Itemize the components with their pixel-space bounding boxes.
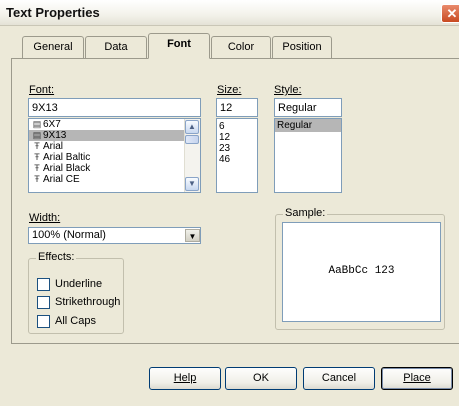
width-label: Width: bbox=[29, 212, 60, 224]
all-caps-checkbox[interactable] bbox=[37, 315, 50, 328]
close-icon: ✕ bbox=[446, 6, 458, 21]
font-list[interactable]: ▤ 6X7 ▤ 9X13 Ŧ Arial Ŧ Arial Baltic Ŧ Arial B… bbox=[28, 118, 201, 193]
tab-font[interactable]: Font bbox=[148, 33, 210, 59]
font-label: Font: bbox=[29, 84, 54, 96]
list-item[interactable]: 12 bbox=[217, 132, 257, 143]
style-label-text: Style: bbox=[274, 84, 302, 96]
strikethrough-label: Strikethrough bbox=[55, 296, 121, 308]
list-item[interactable]: Ŧ Arial CE bbox=[29, 174, 200, 185]
size-list[interactable]: 6 12 23 46 bbox=[216, 118, 258, 193]
font-name: Arial Baltic bbox=[43, 152, 91, 163]
font-name: 9X13 bbox=[43, 130, 67, 141]
list-item[interactable]: 6 bbox=[217, 121, 257, 132]
sample-text: AaBbCc 123 bbox=[328, 265, 395, 277]
chevron-down-icon: ▼ bbox=[188, 232, 197, 241]
list-item[interactable]: Ŧ Arial bbox=[29, 141, 200, 152]
list-item[interactable]: Regular bbox=[275, 119, 341, 132]
font-name: Arial bbox=[43, 141, 64, 152]
list-item[interactable]: ▤ 6X7 bbox=[29, 119, 200, 130]
truetype-font-icon: Ŧ bbox=[34, 141, 40, 151]
truetype-font-icon: Ŧ bbox=[34, 152, 40, 162]
bitmap-font-icon: ▤ bbox=[32, 130, 42, 140]
width-value: 100% (Normal) bbox=[32, 229, 106, 241]
tab-data[interactable]: Data bbox=[85, 36, 147, 58]
place-button[interactable]: Place bbox=[381, 367, 453, 390]
chevron-up-icon: ▲ bbox=[188, 122, 196, 131]
style-list[interactable]: Regular bbox=[274, 118, 342, 193]
bitmap-font-icon: ▤ bbox=[32, 119, 42, 129]
width-select[interactable]: 100% (Normal) ▼ bbox=[28, 227, 201, 244]
font-label-text: Font: bbox=[29, 84, 55, 96]
tab-color[interactable]: Color bbox=[211, 36, 271, 58]
size-label-text: Size: bbox=[217, 84, 242, 96]
scroll-up-button[interactable]: ▲ bbox=[185, 120, 199, 134]
cancel-button[interactable]: Cancel bbox=[303, 367, 375, 390]
scrollbar-thumb[interactable] bbox=[185, 135, 199, 144]
effects-label: Effects: bbox=[36, 251, 77, 263]
window-title: Text Properties bbox=[6, 5, 100, 20]
list-item[interactable]: 23 bbox=[217, 143, 257, 154]
font-name: Arial Black bbox=[43, 163, 91, 174]
sample-label: Sample: bbox=[283, 207, 328, 219]
chevron-down-icon: ▼ bbox=[188, 179, 196, 188]
place-button-label: Place bbox=[403, 372, 431, 384]
font-name: 6X7 bbox=[43, 119, 61, 130]
underline-label: Underline bbox=[55, 278, 103, 290]
size-input[interactable]: 12 bbox=[216, 98, 258, 117]
width-dropdown-button[interactable]: ▼ bbox=[185, 229, 200, 242]
scroll-down-button[interactable]: ▼ bbox=[185, 177, 199, 191]
tab-position[interactable]: Position bbox=[272, 36, 332, 58]
underline-checkbox[interactable] bbox=[37, 278, 50, 291]
style-label: Style: bbox=[274, 84, 302, 96]
list-item[interactable]: ▤ 9X13 bbox=[29, 130, 200, 141]
sample-preview: AaBbCc 123 bbox=[282, 222, 441, 322]
truetype-font-icon: Ŧ bbox=[34, 174, 40, 184]
all-caps-label: All Caps bbox=[55, 315, 96, 327]
close-button[interactable]: ✕ bbox=[441, 4, 459, 23]
help-button-label: Help bbox=[173, 372, 197, 384]
truetype-font-icon: Ŧ bbox=[34, 163, 40, 173]
list-item[interactable]: Ŧ Arial Black bbox=[29, 163, 200, 174]
style-input[interactable]: Regular bbox=[274, 98, 342, 117]
size-label: Size: bbox=[217, 84, 241, 96]
strikethrough-checkbox[interactable] bbox=[37, 296, 50, 309]
help-button[interactable]: Help bbox=[149, 367, 221, 390]
tab-general[interactable]: General bbox=[22, 36, 84, 58]
font-name: Arial CE bbox=[43, 174, 80, 185]
width-label-text: Width: bbox=[29, 212, 61, 224]
font-input[interactable]: 9X13 bbox=[28, 98, 201, 117]
ok-button[interactable]: OK bbox=[225, 367, 297, 390]
list-item[interactable]: Ŧ Arial Baltic bbox=[29, 152, 200, 163]
list-item[interactable]: 46 bbox=[217, 154, 257, 165]
